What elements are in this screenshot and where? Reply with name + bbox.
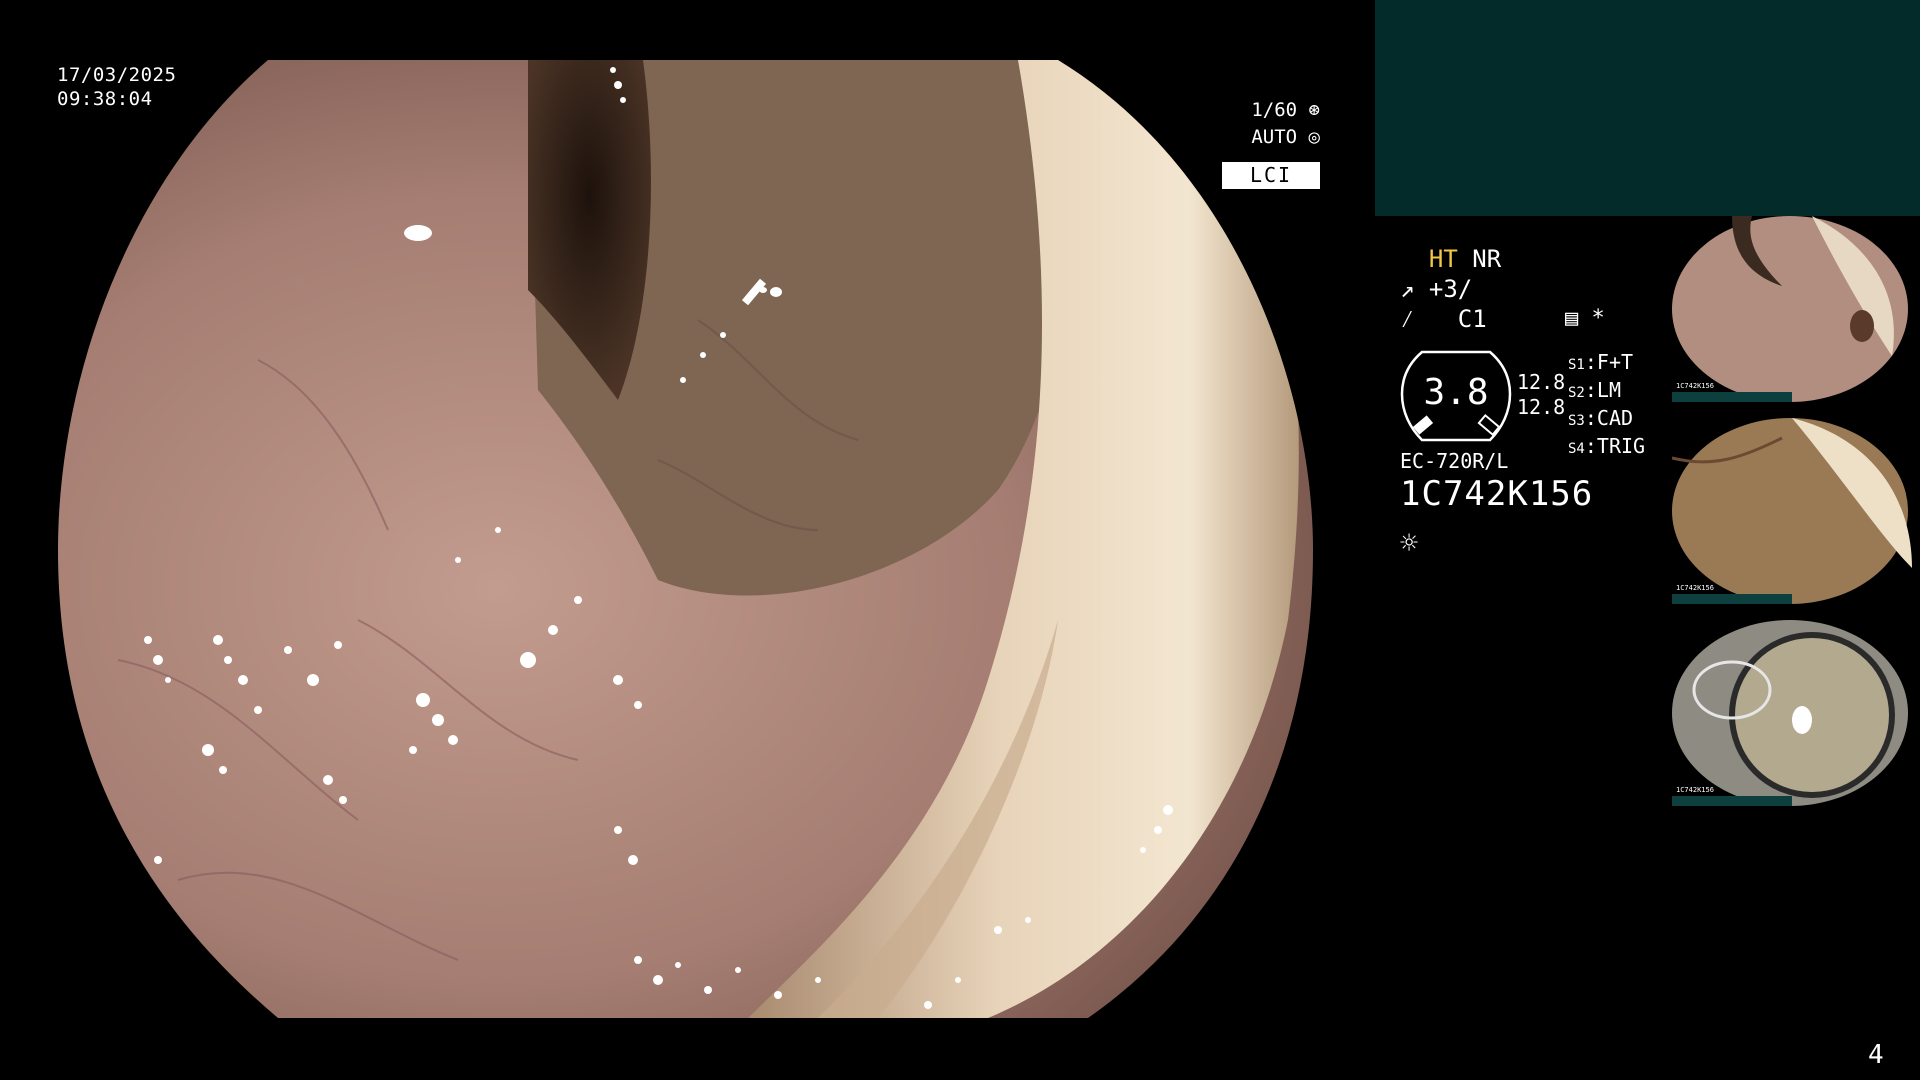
thumbnail-image — [1672, 216, 1908, 402]
enhance-icon: ↗ — [1400, 275, 1415, 303]
thumbnail-image — [1672, 418, 1912, 604]
scope-serial: 1C742K156 — [1400, 474, 1594, 514]
enhancement-row: ↗ +3/ — [1400, 274, 1501, 304]
thumbnail-image — [1672, 620, 1908, 806]
thumbnail-label: 1C742K156 — [1676, 584, 1714, 592]
record-row: ▤ * — [1565, 306, 1605, 331]
switch-key: S1 — [1568, 357, 1585, 373]
page-number: 4 — [1868, 1040, 1884, 1070]
switch-row: S1:F+T — [1568, 350, 1634, 374]
switch-row: S2:LM — [1568, 378, 1621, 402]
star-label: * — [1591, 306, 1605, 331]
shutter-row: 1/60 ⊛ — [1222, 97, 1320, 124]
dial-readouts: 12.8 12.8 — [1517, 370, 1565, 420]
enhancement-value: +3/ — [1428, 275, 1473, 303]
capture-thumbnail[interactable]: 1C742K156 — [1672, 620, 1920, 806]
capture-thumbnail[interactable]: 1C742K156 — [1672, 418, 1920, 604]
dial-value: 3.8 — [1423, 372, 1489, 413]
thumbnail-bar — [1672, 392, 1792, 402]
color-icon: ⁄ — [1400, 305, 1415, 333]
ht-label: HT — [1428, 245, 1458, 273]
switch-key: S4 — [1568, 441, 1585, 457]
scope-model: EC-720R/L — [1400, 449, 1509, 473]
iris-mode: AUTO — [1251, 126, 1298, 148]
date-text: 17/03/2025 — [57, 64, 177, 86]
switch-row: S3:CAD — [1568, 406, 1634, 430]
nr-label: NR — [1472, 245, 1502, 273]
switch-value: CAD — [1596, 406, 1634, 430]
thumbnail-label: 1C742K156 — [1676, 786, 1714, 794]
ht-nr-row: HT NR — [1400, 244, 1501, 274]
iris-row: AUTO ◎ — [1222, 124, 1320, 151]
thumbnail-label: 1C742K156 — [1676, 382, 1714, 390]
shutter-speed: 1/60 — [1251, 99, 1298, 121]
switch-list: S1:F+T S2:LM S3:CAD S4:TRIG — [1568, 350, 1645, 462]
iris-icon: ◎ — [1297, 126, 1320, 148]
switch-value: F+T — [1596, 350, 1634, 374]
endoscope-view — [58, 60, 1313, 1018]
switch-value: TRIG — [1596, 434, 1646, 458]
readout-2: 12.8 — [1517, 395, 1566, 419]
capture-thumbnail[interactable]: 1C742K156 — [1672, 216, 1920, 402]
shutter-icon: ⊛ — [1297, 99, 1320, 121]
color-row: ⁄ C1 — [1400, 304, 1501, 334]
record-icon: ▤ — [1565, 306, 1579, 331]
status-panel — [1375, 0, 1920, 216]
light-mode-badge: LCI — [1222, 162, 1320, 189]
switch-key: S3 — [1568, 413, 1585, 429]
zoom-dial: 3.8 — [1400, 350, 1512, 446]
light-icon: ☼ — [1400, 526, 1419, 561]
settings-block: HT NR ↗ +3/ ⁄ C1 — [1400, 244, 1501, 334]
thumbnail-bar — [1672, 594, 1792, 604]
switch-row: S4:TRIG — [1568, 434, 1646, 458]
time-text: 09:38:04 — [57, 88, 153, 110]
readout-1: 12.8 — [1517, 370, 1566, 394]
switch-value: LM — [1596, 378, 1621, 402]
thumbnail-bar — [1672, 796, 1792, 806]
exposure-overlay: 1/60 ⊛ AUTO ◎ — [1222, 97, 1320, 151]
switch-key: S2 — [1568, 385, 1585, 401]
date-time-overlay: 17/03/2025 09:38:04 — [57, 63, 176, 111]
color-value: C1 — [1457, 305, 1487, 333]
